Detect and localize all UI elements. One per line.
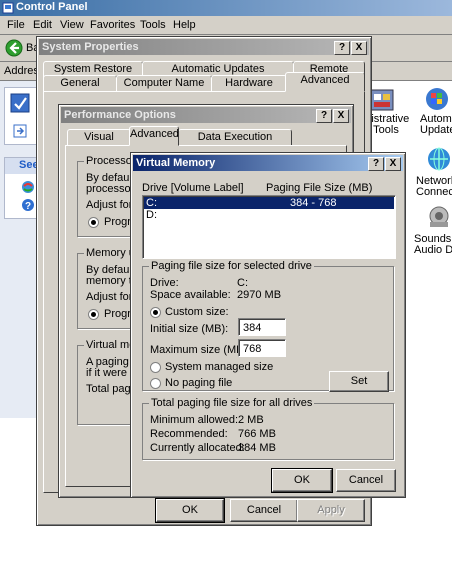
windows-update-icon[interactable] [21,180,35,194]
vm-help-button[interactable]: ? [368,157,384,171]
system-ok-button[interactable]: OK [155,498,225,523]
tab-hardware[interactable]: Hardware [211,75,287,92]
network-icon [428,147,450,171]
close-button[interactable]: X [351,41,367,55]
total-paging-group-label: Total paging file size for all drives [149,397,315,409]
help-button[interactable]: ? [334,41,350,55]
menu-tools[interactable]: Tools [140,19,166,31]
maximum-size-input[interactable]: 768 [238,339,286,357]
perf-help-button[interactable]: ? [316,109,332,123]
size-column-header: Paging File Size (MB) [266,182,373,194]
sounds-icon [429,206,449,227]
network-item[interactable]: Network Connectio [414,146,452,198]
initial-size-input[interactable]: 384 [238,318,286,336]
back-arrow-icon [5,39,23,57]
help-support-icon[interactable]: ? [21,198,35,212]
system-properties-titlebar: System Properties ? X [39,39,369,55]
drive-row-c-size: 384 - 768 [290,197,337,209]
total-paging-group: Total paging file size for all drives Mi… [142,397,394,460]
tab-computer-name[interactable]: Computer Name [116,75,212,92]
minimum-allowed-value: 2 MB [238,414,264,426]
tab-perf-advanced[interactable]: Advanced [129,126,179,146]
performance-options-titlebar: Performance Options ? X [61,107,351,123]
system-managed-radio[interactable] [150,362,161,373]
task-pane: See ? [0,81,40,418]
system-cancel-button[interactable]: Cancel [230,499,298,522]
space-available-value: 2970 MB [237,289,282,301]
memory-programs-radio[interactable] [88,309,99,320]
no-paging-radio[interactable] [150,378,161,389]
menu-edit[interactable]: Edit [33,19,52,31]
drive-row-c-drive: C: [146,197,157,209]
custom-size-label[interactable]: Custom size: [165,306,229,318]
drive-column-header: Drive [Volume Label] [142,182,244,194]
menu-help[interactable]: Help [173,19,196,31]
system-managed-label[interactable]: System managed size [165,361,273,373]
initial-size-label: Initial size (MB): [150,323,229,335]
control-panel-icon[interactable] [9,92,31,114]
drive-row-c[interactable]: C: 384 - 768 [144,197,394,209]
auto-updates-label: Automat Updates [420,113,452,136]
space-available-label: Space available: [150,289,231,301]
drive-list[interactable]: C: 384 - 768 D: [142,195,396,259]
system-apply-button: Apply [297,499,365,522]
menu-view[interactable]: View [60,19,84,31]
maximum-size-label: Maximum size (MB): [150,344,251,356]
system-properties-title: System Properties [42,41,139,53]
back-button[interactable]: Ba [4,38,39,58]
virtual-memory-dialog: Virtual Memory ? X Drive [Volume Label] … [130,152,406,498]
no-paging-label[interactable]: No paging file [165,377,232,389]
virtual-memory-titlebar: Virtual Memory ? X [133,155,403,171]
menu-favorites[interactable]: Favorites [90,19,135,31]
performance-options-title: Performance Options [64,109,176,121]
processor-programs-radio[interactable] [88,217,99,228]
custom-size-radio[interactable] [150,307,161,318]
tab-general[interactable]: General [43,75,117,92]
set-button[interactable]: Set [329,371,389,392]
control-panel-titlebar: Control Panel [0,0,452,16]
see-also-header: See [5,158,39,174]
tools-icon [370,89,394,111]
drive-row-d-drive: D: [146,209,157,221]
tab-advanced[interactable]: Advanced [285,72,365,92]
selected-drive-group-label: Paging file size for selected drive [149,260,314,272]
control-panel-title: Control Panel [16,1,88,13]
vm-cancel-button[interactable]: Cancel [336,469,396,492]
window-icon [2,2,14,14]
virtual-memory-title: Virtual Memory [136,157,216,169]
currently-allocated-value: 384 MB [238,442,276,454]
tab-dep[interactable]: Data Execution Prevention [178,129,292,158]
vm-ok-button[interactable]: OK [271,468,333,493]
sounds-item[interactable]: Sounds a Audio Dev [414,204,452,256]
menu-bar: File Edit View Favorites Tools Help [0,16,452,35]
recommended-value: 766 MB [238,428,276,440]
drive-row-d[interactable]: D: [144,209,394,221]
drive-label: Drive: [150,277,179,289]
switch-view-box [4,87,38,145]
currently-allocated-label: Currently allocated: [150,442,245,454]
minimum-allowed-label: Minimum allowed: [150,414,239,426]
auto-updates-item[interactable]: Automat Updates [414,86,452,136]
switch-view-icon[interactable] [13,124,27,138]
network-label: Network Connectio [416,175,452,198]
tab-visual-effects[interactable]: Visual Effects [67,129,131,158]
vm-close-button[interactable]: X [385,157,401,171]
updates-icon [426,88,448,110]
recommended-label: Recommended: [150,428,228,440]
selected-drive-group: Paging file size for selected drive Driv… [142,260,394,392]
svg-text:?: ? [25,201,31,212]
menu-file[interactable]: File [7,19,25,31]
see-also-box: See ? [4,157,39,219]
drive-value: C: [237,277,248,289]
perf-close-button[interactable]: X [333,109,349,123]
sounds-label: Sounds a Audio Dev [414,233,452,256]
